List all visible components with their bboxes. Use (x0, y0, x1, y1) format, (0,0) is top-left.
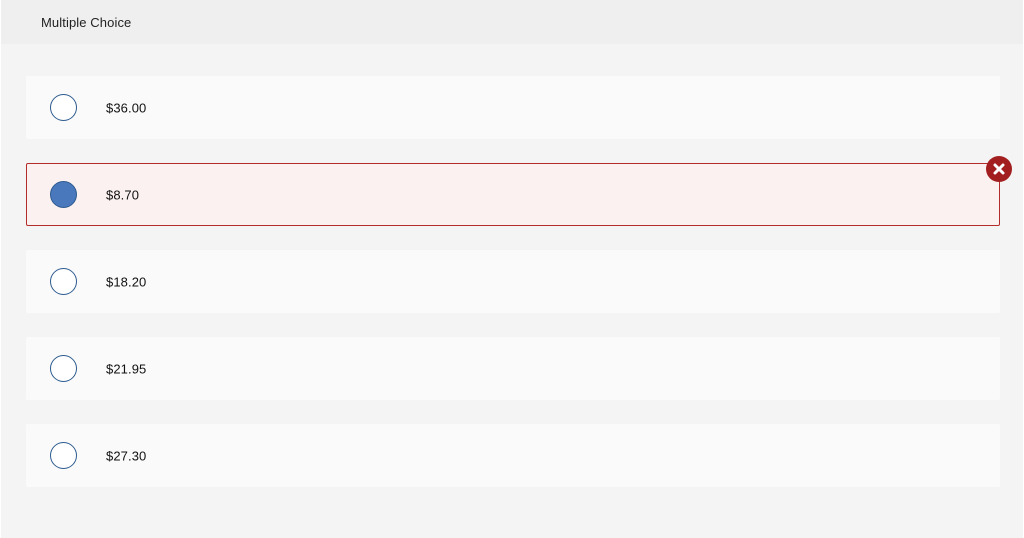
answer-option-label: $27.30 (106, 448, 147, 463)
answer-option-label: $8.70 (106, 187, 140, 202)
answer-option-5[interactable]: $27.30 (26, 424, 1000, 487)
answer-option-label: $18.20 (106, 274, 147, 289)
answer-option-2[interactable]: $8.70 (26, 163, 1000, 226)
question-type-title: Multiple Choice (41, 14, 132, 30)
answer-option-3[interactable]: $18.20 (26, 250, 1000, 313)
radio-button[interactable] (50, 268, 77, 295)
radio-button[interactable] (50, 355, 77, 382)
incorrect-close-circle-icon (986, 156, 1012, 182)
radio-button-selected[interactable] (50, 181, 77, 208)
radio-button[interactable] (50, 442, 77, 469)
question-panel: Multiple Choice $36.00 $8.70 $18.20 $21.… (1, 0, 1023, 538)
answer-option-label: $21.95 (106, 361, 147, 376)
question-header: Multiple Choice (1, 0, 1023, 44)
answer-option-4[interactable]: $21.95 (26, 337, 1000, 400)
radio-button[interactable] (50, 94, 77, 121)
answer-option-label: $36.00 (106, 100, 147, 115)
answer-option-1[interactable]: $36.00 (26, 76, 1000, 139)
